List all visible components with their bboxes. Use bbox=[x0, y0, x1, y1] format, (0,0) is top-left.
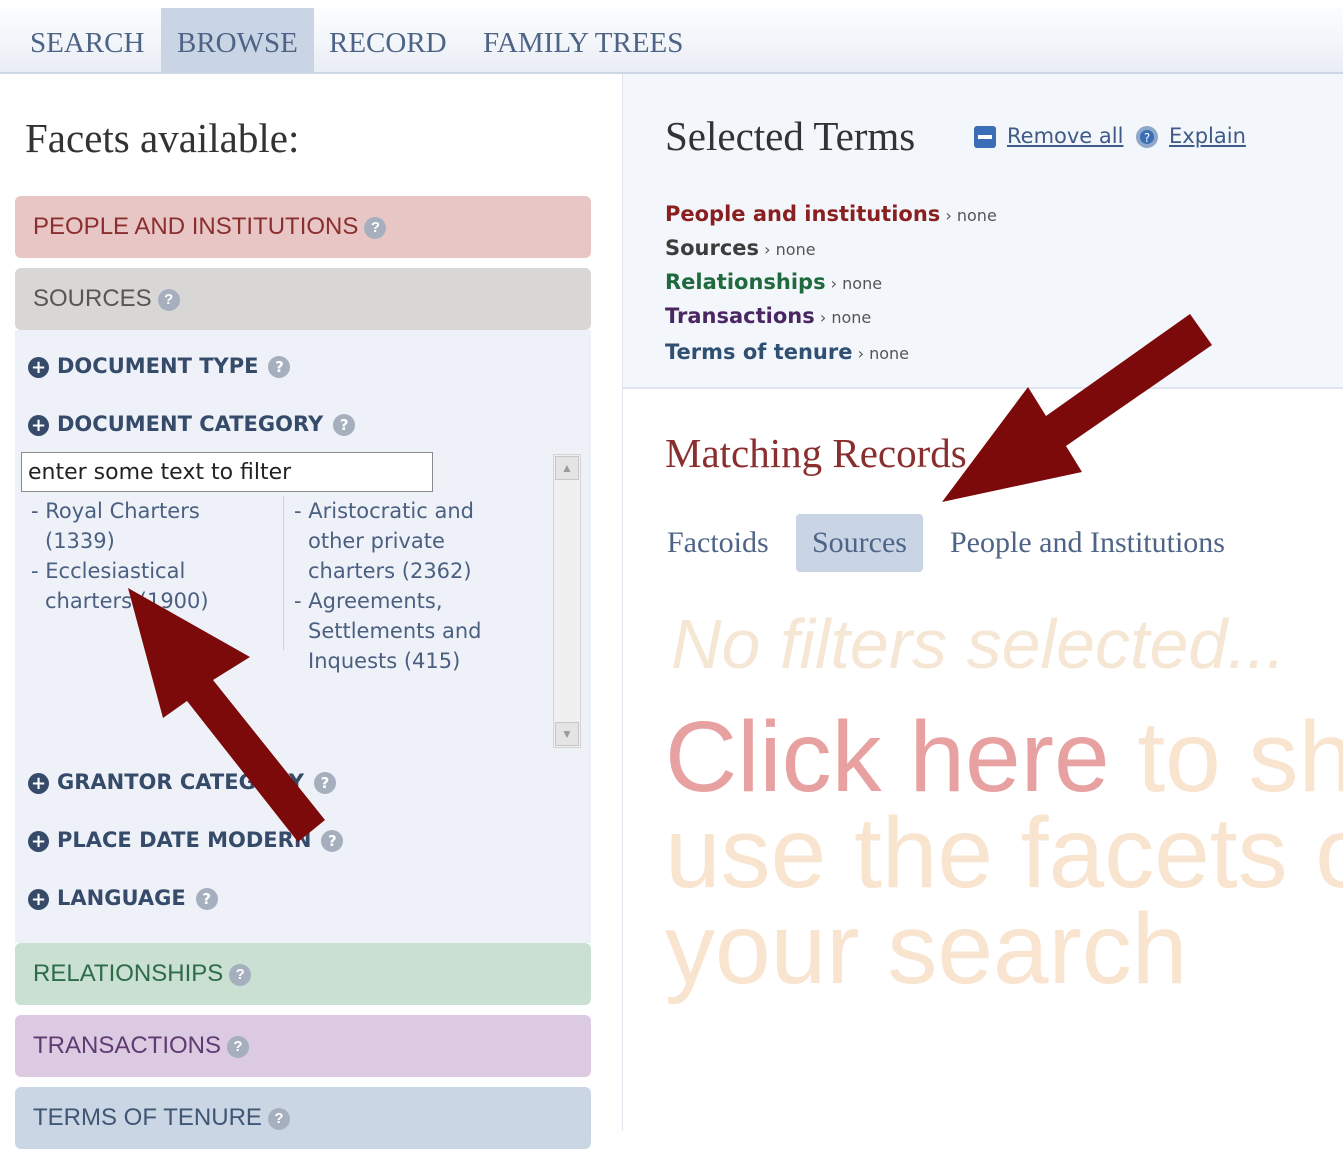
click-here-message: Click here to sh use the facets o your s… bbox=[665, 701, 1343, 1005]
facet-label: TERMS OF TENURE bbox=[33, 1104, 262, 1131]
subfacet-document-category[interactable]: + DOCUMENT CATEGORY? bbox=[28, 412, 356, 436]
help-icon[interactable]: ? bbox=[267, 1107, 290, 1130]
sources-facet-body: + DOCUMENT TYPE? + DOCUMENT CATEGORY? - Ro… bbox=[15, 330, 591, 943]
subfacet-label: DOCUMENT CATEGORY bbox=[57, 412, 324, 436]
subfacet-language[interactable]: + LANGUAGE? bbox=[28, 886, 218, 910]
tab-record[interactable]: RECORD bbox=[313, 8, 463, 72]
tab-factoids[interactable]: Factoids bbox=[651, 514, 785, 572]
help-icon[interactable]: ? bbox=[157, 288, 180, 311]
expand-plus-icon[interactable]: + bbox=[28, 414, 49, 436]
help-icon[interactable]: ? bbox=[333, 414, 356, 436]
tab-search[interactable]: SEARCH bbox=[14, 8, 160, 72]
selected-terms-title: Selected Terms bbox=[665, 113, 916, 159]
expand-plus-icon[interactable]: + bbox=[28, 888, 49, 910]
help-icon[interactable]: ? bbox=[195, 888, 218, 910]
facet-relationships[interactable]: RELATIONSHIPS? bbox=[15, 943, 591, 1005]
subfacet-label: DOCUMENT TYPE bbox=[57, 354, 259, 378]
category-aristocratic-charters[interactable]: - Aristocratic and other private charter… bbox=[290, 496, 530, 586]
remove-all-icon bbox=[974, 126, 996, 148]
subfacet-document-type[interactable]: + DOCUMENT TYPE? bbox=[28, 354, 291, 378]
facet-label: PEOPLE AND INSTITUTIONS bbox=[33, 213, 359, 240]
matching-records-title: Matching Records bbox=[665, 430, 967, 476]
term-relationships: Relationships › none bbox=[665, 270, 883, 294]
facet-people-institutions[interactable]: PEOPLE AND INSTITUTIONS? bbox=[15, 196, 591, 258]
facets-panel: Facets available: PEOPLE AND INSTITUTION… bbox=[0, 74, 623, 1149]
term-sources: Sources › none bbox=[665, 236, 816, 260]
scroll-up-icon[interactable]: ▲ bbox=[555, 456, 579, 480]
help-icon[interactable]: ? bbox=[268, 356, 291, 378]
selected-terms-area: Selected Terms Remove all ? Explain Peop… bbox=[623, 74, 1343, 389]
tab-browse[interactable]: BROWSE bbox=[161, 8, 314, 72]
tab-family-trees[interactable]: FAMILY TREES bbox=[467, 8, 699, 72]
help-icon[interactable]: ? bbox=[229, 963, 252, 986]
facet-sources[interactable]: SOURCES? bbox=[15, 268, 591, 330]
facet-transactions[interactable]: TRANSACTIONS? bbox=[15, 1015, 591, 1077]
no-filters-message: No filters selected... bbox=[671, 605, 1286, 683]
explain-link[interactable]: ? Explain bbox=[1135, 124, 1246, 149]
tab-people-institutions[interactable]: People and Institutions bbox=[934, 514, 1241, 572]
facet-label: SOURCES bbox=[33, 285, 152, 312]
help-icon[interactable]: ? bbox=[364, 216, 387, 239]
remove-all-link[interactable]: Remove all bbox=[973, 124, 1123, 149]
subfacet-label: GRANTOR CATEGORY bbox=[57, 770, 304, 794]
subfacet-label: PLACE DATE MODERN bbox=[57, 828, 312, 852]
top-navigation: SEARCH BROWSE RECORD FAMILY TREES bbox=[0, 0, 1343, 74]
help-icon[interactable]: ? bbox=[321, 830, 344, 852]
question-icon: ? bbox=[1136, 126, 1158, 148]
category-ecclesiastical-charters[interactable]: - Ecclesiastical charters (1900) bbox=[27, 556, 267, 616]
facet-label: RELATIONSHIPS bbox=[33, 960, 224, 987]
category-agreements[interactable]: - Agreements, Settlements and Inquests (… bbox=[290, 586, 530, 676]
category-royal-charters[interactable]: - Royal Charters (1339) bbox=[27, 496, 267, 556]
category-column-2: - Aristocratic and other private charter… bbox=[283, 496, 530, 673]
term-terms-of-tenure: Terms of tenure › none bbox=[665, 340, 909, 364]
category-list-scrollbar[interactable]: ▲ ▼ bbox=[553, 454, 581, 748]
term-people-institutions: People and institutions › none bbox=[665, 202, 997, 226]
category-list: - Royal Charters (1339) - Ecclesiastical… bbox=[21, 496, 551, 740]
facet-terms-of-tenure[interactable]: TERMS OF TENURE? bbox=[15, 1087, 591, 1149]
results-panel: Selected Terms Remove all ? Explain Peop… bbox=[623, 74, 1343, 1131]
help-icon[interactable]: ? bbox=[227, 1035, 250, 1058]
subfacet-label: LANGUAGE bbox=[57, 886, 186, 910]
expand-plus-icon[interactable]: + bbox=[28, 356, 49, 378]
svg-text:?: ? bbox=[1144, 131, 1150, 145]
help-icon[interactable]: ? bbox=[313, 772, 336, 794]
category-filter-input[interactable] bbox=[21, 452, 433, 492]
scroll-down-icon[interactable]: ▼ bbox=[555, 722, 579, 746]
subfacet-place-date-modern[interactable]: + PLACE DATE MODERN? bbox=[28, 828, 344, 852]
expand-plus-icon[interactable]: + bbox=[28, 830, 49, 852]
facet-label: TRANSACTIONS bbox=[33, 1032, 222, 1059]
tab-sources[interactable]: Sources bbox=[796, 514, 923, 572]
facets-title: Facets available: bbox=[25, 115, 300, 161]
expand-plus-icon[interactable]: + bbox=[28, 772, 49, 794]
term-transactions: Transactions › none bbox=[665, 304, 872, 328]
subfacet-grantor-category[interactable]: + GRANTOR CATEGORY? bbox=[28, 770, 336, 794]
category-column-1: - Royal Charters (1339) - Ecclesiastical… bbox=[27, 496, 267, 616]
